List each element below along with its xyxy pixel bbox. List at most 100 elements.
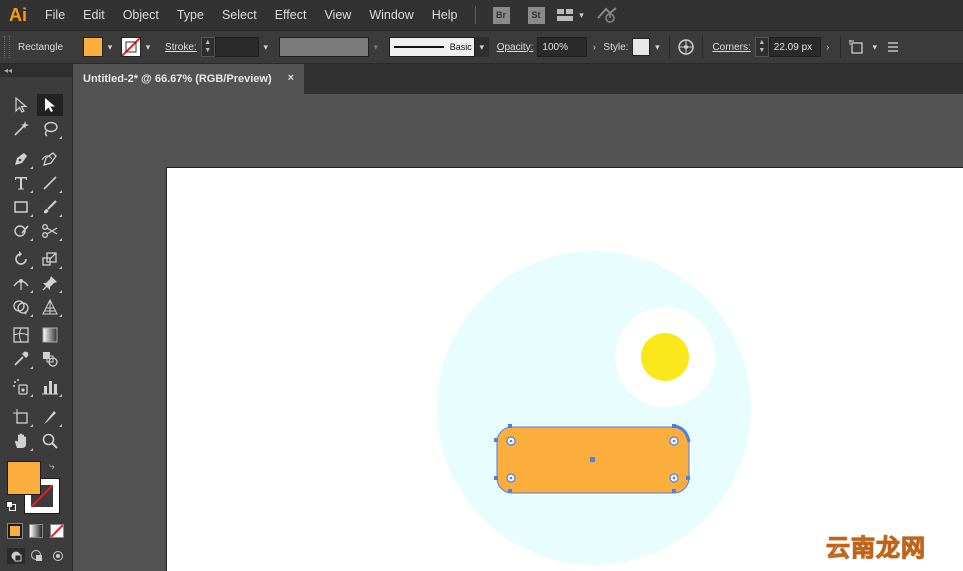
width-tool[interactable] [8,272,34,294]
stroke-dropdown-icon[interactable]: ▾ [141,36,155,58]
tool-flyout-indicator [59,238,62,241]
mesh-tool[interactable] [8,324,34,346]
zoom-tool[interactable] [37,430,63,452]
transform-dropdown-icon[interactable]: ▾ [868,36,882,58]
fill-color-swatch[interactable] [7,461,41,495]
magic-wand-tool[interactable] [8,118,34,140]
pen-tool[interactable] [8,148,34,170]
slice-tool[interactable] [37,406,63,428]
anchor-point[interactable] [686,476,690,480]
opacity-field[interactable]: 100% [537,37,588,57]
corners-stepper[interactable]: ▲ ▼ [754,37,769,57]
stock-button[interactable]: St [527,6,545,24]
lasso-tool[interactable] [37,118,63,140]
none-mode-button[interactable] [50,524,64,538]
live-corner-widget[interactable] [669,473,679,483]
bridge-button[interactable]: Br [492,6,510,24]
brush-stroke-preview [393,46,444,48]
column-graph-tool[interactable] [37,376,63,398]
sun-circle[interactable] [641,333,689,381]
hand-tool[interactable] [8,430,34,452]
draw-behind-button[interactable] [28,548,46,564]
selected-tool-label: Rectangle [18,41,64,53]
arrange-documents-icon[interactable] [554,4,576,26]
menu-window[interactable]: Window [360,0,422,30]
color-mode-button[interactable] [7,523,23,539]
gradient-mode-button[interactable] [29,524,43,538]
scissors-tool[interactable] [37,220,63,242]
swap-fill-stroke-icon[interactable]: ⤷ [49,461,55,472]
shaper-tool[interactable] [8,220,34,242]
tools-panel-collapse[interactable]: ◂◂ [0,64,72,77]
shape-builder-tool[interactable] [8,296,34,318]
menu-object[interactable]: Object [114,0,168,30]
document-tab[interactable]: Untitled-2* @ 66.67% (RGB/Preview) × [74,64,304,94]
line-segment-icon [43,176,57,190]
fill-dropdown-icon[interactable]: ▾ [103,36,117,58]
anchor-point[interactable] [494,438,498,442]
anchor-point[interactable] [508,489,512,493]
brush-dropdown-icon[interactable]: ▾ [474,37,489,57]
style-dropdown-icon[interactable]: ▾ [650,36,664,58]
direct-selection-tool[interactable] [37,94,63,116]
curvature-tool[interactable] [37,148,63,170]
anchor-point[interactable] [508,424,512,428]
stroke-weight-stepper[interactable]: ▲ ▼ [200,37,215,57]
center-point[interactable] [590,457,595,462]
close-tab-icon[interactable]: × [288,72,294,84]
stroke-weight-field[interactable] [214,37,259,57]
paintbrush-tool[interactable] [37,196,63,218]
selection-tool[interactable] [8,94,34,116]
live-corner-widget[interactable] [669,436,679,446]
line-segment-tool[interactable] [37,172,63,194]
anchor-point[interactable] [494,476,498,480]
menu-type[interactable]: Type [168,0,213,30]
brush-definition[interactable]: Basic [388,37,475,57]
live-corner-widget[interactable] [506,473,516,483]
rotate-tool[interactable] [8,248,34,270]
menu-file[interactable]: File [36,0,74,30]
stroke-swatch-none[interactable] [121,37,142,57]
menu-edit[interactable]: Edit [74,0,114,30]
blend-tool[interactable] [37,348,63,370]
tool-flyout-indicator [59,314,62,317]
perspective-grid-tool[interactable] [37,296,63,318]
corners-field[interactable]: 22.09 px [768,37,821,57]
transform-align-icon[interactable] [846,36,868,58]
artboard[interactable] [166,167,963,571]
chevron-down-icon[interactable]: ▾ [576,4,588,26]
panel-menu-icon[interactable] [882,36,904,58]
background-circle[interactable] [437,251,751,565]
stroke-label[interactable]: Stroke: [165,42,197,53]
artboard-tool[interactable] [8,406,34,428]
fill-swatch[interactable] [83,37,104,57]
default-fill-stroke-icon[interactable] [6,500,16,511]
menu-effect[interactable]: Effect [266,0,316,30]
variable-width-profile[interactable] [278,37,369,57]
control-bar-grip[interactable] [4,36,10,58]
opacity-label[interactable]: Opacity: [497,42,534,53]
anchor-point[interactable] [672,489,676,493]
corners-arrow-icon[interactable]: › [821,36,835,58]
rectangle-tool[interactable] [8,196,34,218]
draw-inside-button[interactable] [49,548,67,564]
opacity-arrow-icon[interactable]: › [587,36,601,58]
tool-flyout-indicator [59,424,62,427]
profile-dropdown-icon[interactable]: ▾ [369,36,383,58]
gpu-performance-icon[interactable] [596,4,618,26]
symbol-sprayer-tool[interactable] [8,376,34,398]
type-tool[interactable] [8,172,34,194]
puppet-warp-tool[interactable] [37,272,63,294]
stroke-weight-dropdown-icon[interactable]: ▾ [259,36,273,58]
draw-normal-button[interactable] [7,548,25,564]
scale-tool[interactable] [37,248,63,270]
live-corner-widget[interactable] [506,436,516,446]
gradient-tool[interactable] [37,324,63,346]
menu-help[interactable]: Help [423,0,467,30]
corners-label[interactable]: Corners: [712,42,750,53]
graphic-style-swatch[interactable] [632,38,651,56]
menu-view[interactable]: View [315,0,360,30]
recolor-artwork-icon[interactable] [675,36,697,58]
eyedropper-tool[interactable] [8,348,34,370]
menu-select[interactable]: Select [213,0,266,30]
